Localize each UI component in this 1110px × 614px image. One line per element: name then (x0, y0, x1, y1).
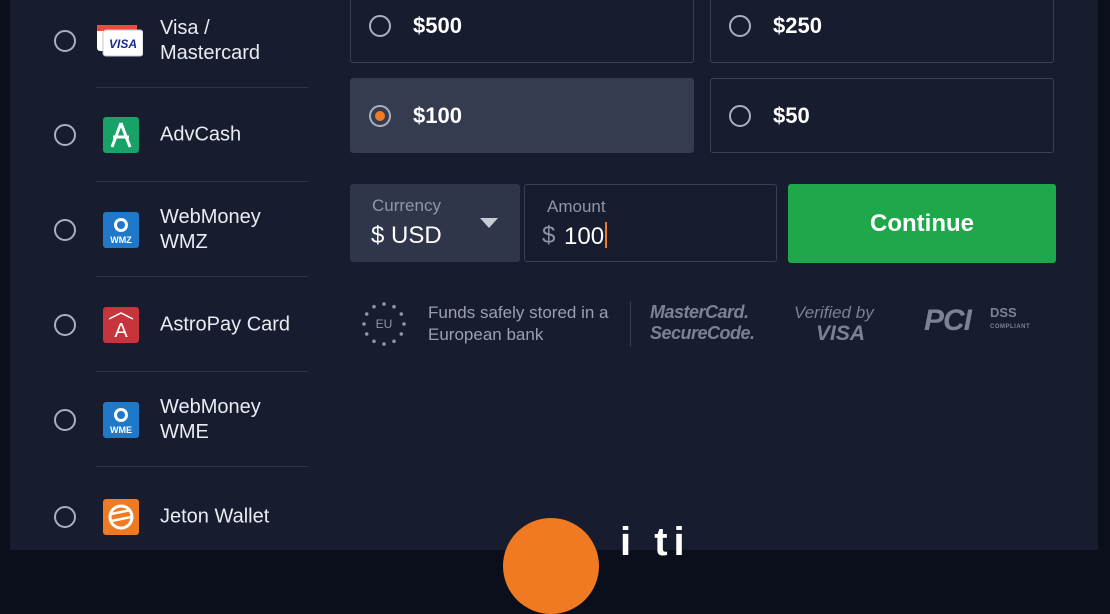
divider (96, 466, 308, 467)
radio-button[interactable] (54, 124, 76, 146)
eu-stars-icon: EU (362, 302, 406, 346)
amount-value-wrap: 100 (564, 222, 608, 251)
pci-text: PCI (924, 304, 972, 337)
currency-select[interactable]: Currency $ USD (350, 184, 520, 262)
amount-option-500[interactable]: $500 (350, 0, 694, 63)
radio-button[interactable] (729, 104, 751, 127)
amount-option-label: $100 (413, 102, 462, 128)
svg-text:WME: WME (110, 425, 132, 435)
amount-option-label: $500 (413, 12, 462, 38)
amount-option-50[interactable]: $50 (710, 78, 1054, 153)
amount-input[interactable]: Amount $ 100 (524, 184, 777, 262)
payment-method-label: AstroPay Card (160, 313, 291, 336)
chevron-down-icon[interactable] (480, 218, 498, 228)
mastercard-line1: MasterCard. (650, 302, 749, 322)
brand-logo-text: i ti (620, 520, 691, 564)
payment-method-label: WebMoney WMZ (160, 206, 261, 253)
radio-button[interactable] (729, 14, 751, 37)
amount-value: 100 (564, 223, 605, 250)
payment-method-label: Jeton Wallet (160, 505, 270, 528)
divider (96, 181, 308, 182)
amount-option-label: $250 (773, 12, 822, 38)
amount-option-label: $50 (773, 102, 810, 128)
dss-block: DSS COMPLIANT (990, 306, 1030, 334)
amount-currency-prefix: $ (542, 222, 556, 249)
amount-caption: Amount (547, 197, 606, 216)
dss-text: DSS (990, 305, 1017, 320)
compliant-text: COMPLIANT (990, 324, 1031, 330)
svg-text:VISA: VISA (109, 37, 137, 51)
payment-method-advcash[interactable]: AdvCash (10, 88, 320, 182)
jeton-wallet-icon (103, 499, 139, 535)
svg-text:EU: EU (376, 317, 393, 331)
divider (96, 371, 308, 372)
svg-text:A: A (114, 320, 128, 342)
divider (630, 302, 631, 346)
payment-method-visa-mastercard[interactable]: VISA Visa / Mastercard (10, 0, 320, 88)
payment-method-webmoney-wme[interactable]: WME WebMoney WME (10, 373, 320, 467)
visa-line2: VISA (816, 322, 866, 345)
astropay-icon: A (103, 307, 139, 343)
divider (96, 276, 308, 277)
webmoney-wme-icon: WME (103, 402, 139, 438)
webmoney-wmz-icon: WMZ (103, 212, 139, 248)
radio-button[interactable] (54, 30, 76, 52)
radio-button[interactable] (54, 506, 76, 528)
currency-value: $ USD (371, 222, 442, 249)
svg-text:WMZ: WMZ (110, 235, 132, 245)
radio-button[interactable] (54, 409, 76, 431)
verified-by-visa-logo: Verified by VISA (794, 302, 874, 344)
payment-method-label: WebMoney WME (160, 396, 261, 443)
payment-method-label: Visa / Mastercard (160, 17, 261, 64)
continue-button[interactable]: Continue (788, 184, 1056, 263)
mastercard-line2: SecureCode. (650, 323, 755, 343)
visa-card-icon: VISA (97, 25, 143, 57)
deposit-panel: VISA Visa / Mastercard AdvCash WMZ WebMo… (10, 0, 1098, 614)
currency-caption: Currency (372, 196, 441, 215)
radio-button-selected[interactable] (369, 104, 391, 127)
brand-logo-circle (503, 518, 599, 614)
advcash-icon (103, 117, 139, 153)
text-cursor (605, 222, 608, 248)
radio-button[interactable] (54, 314, 76, 336)
mastercard-securecode-logo: MasterCard. SecureCode. (650, 302, 755, 344)
payment-method-label: AdvCash (160, 123, 242, 146)
amount-option-250[interactable]: $250 (710, 0, 1054, 63)
payment-method-webmoney-wmz[interactable]: WMZ WebMoney WMZ (10, 183, 320, 277)
radio-button[interactable] (54, 219, 76, 241)
pci-dss-logo: PCI DSS COMPLIANT (924, 304, 1030, 338)
payment-method-astropay[interactable]: A AstroPay Card (10, 278, 320, 372)
payment-method-list: VISA Visa / Mastercard AdvCash WMZ WebMo… (10, 0, 320, 550)
funds-safety-text: Funds safely stored in a European bank (428, 303, 609, 344)
visa-line1: Verified by (794, 303, 874, 322)
radio-button[interactable] (369, 14, 391, 37)
amount-option-100[interactable]: $100 (350, 78, 694, 153)
